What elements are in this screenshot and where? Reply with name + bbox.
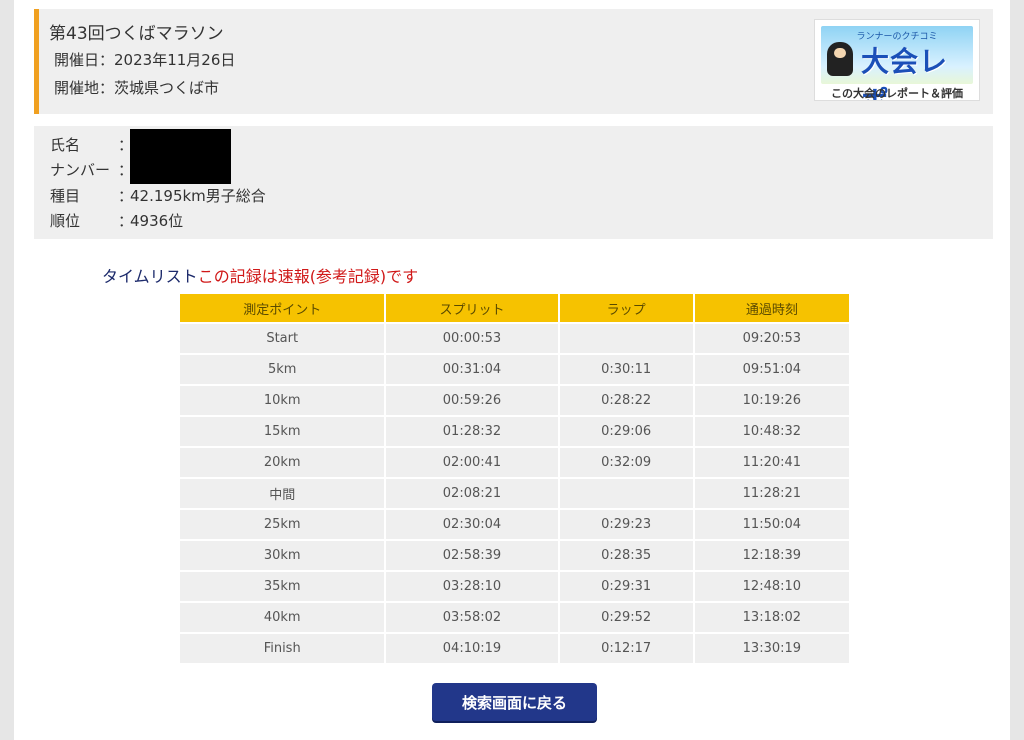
- runner-category-row: 種目 ：42.195km男子総合: [50, 185, 266, 207]
- banner-caption: この大会のレポート＆評価: [831, 87, 963, 100]
- cell-time: 09:20:53: [694, 324, 849, 353]
- cell-lap: 0:28:35: [559, 541, 693, 570]
- cell-split: 00:31:04: [386, 355, 558, 384]
- runner-rank-value: 4936位: [130, 212, 184, 230]
- cell-split: 02:00:41: [386, 448, 558, 477]
- cell-point: 10km: [180, 386, 385, 415]
- cell-lap: 0:29:52: [559, 603, 693, 632]
- header-passing-time: 通過時刻: [694, 294, 849, 322]
- event-date-value: 2023年11月26日: [114, 51, 236, 69]
- cell-split: 00:59:26: [386, 386, 558, 415]
- cell-time: 11:28:21: [694, 479, 849, 508]
- runner-number-label: ナンバー: [50, 161, 111, 179]
- cell-point: 35km: [180, 572, 385, 601]
- runner-number-row: ナンバー ：: [50, 159, 134, 181]
- race-report-banner-link[interactable]: ランナーのクチコミ 大会レポ この大会のレポート＆評価: [814, 19, 980, 101]
- cell-lap: 0:29:23: [559, 510, 693, 539]
- table-row: 40km 03:58:02 0:29:52 13:18:02: [180, 603, 849, 632]
- runner-info: 氏名： ナンバー： 種目 ：42.195km男子総合 順位 ：4936位: [34, 126, 993, 239]
- cell-time: 13:18:02: [694, 603, 849, 632]
- page: 第43回つくばマラソン 開催日：2023年11月26日 開催地：茨城県つくば市 …: [14, 0, 1010, 740]
- cell-point: 30km: [180, 541, 385, 570]
- table-row: 5km 00:31:04 0:30:11 09:51:04: [180, 355, 849, 384]
- cell-time: 09:51:04: [694, 355, 849, 384]
- cell-time: 10:48:32: [694, 417, 849, 446]
- cell-time: 13:30:19: [694, 634, 849, 663]
- cell-point: 40km: [180, 603, 385, 632]
- table-row: 中間 02:08:21 11:28:21: [180, 479, 849, 508]
- runner-rank-row: 順位 ：4936位: [50, 210, 183, 232]
- table-row: 20km 02:00:41 0:32:09 11:20:41: [180, 448, 849, 477]
- event-place: 開催地：茨城県つくば市: [54, 77, 219, 98]
- runner-rank-separator: ：: [118, 212, 134, 230]
- cell-split: 02:30:04: [386, 510, 558, 539]
- table-row: 25km 02:30:04 0:29:23 11:50:04: [180, 510, 849, 539]
- cell-lap: 0:28:22: [559, 386, 693, 415]
- timelist-heading: タイムリストこの記録は速報(参考記録)です: [102, 263, 418, 287]
- table-row: 10km 00:59:26 0:28:22 10:19:26: [180, 386, 849, 415]
- event-place-label: 開催地：: [54, 79, 115, 97]
- event-date-label: 開催日：: [54, 51, 115, 69]
- event-place-value: 茨城県つくば市: [114, 79, 220, 97]
- banner-image: ランナーのクチコミ 大会レポ: [821, 26, 973, 100]
- cell-split: 00:00:53: [386, 324, 558, 353]
- runner-rank-label: 順位: [50, 212, 81, 230]
- cell-lap: 0:32:09: [559, 448, 693, 477]
- table-row: 15km 01:28:32 0:29:06 10:48:32: [180, 417, 849, 446]
- timelist-preliminary-note: この記録は速報(参考記録)です: [197, 267, 419, 286]
- cell-lap: 0:12:17: [559, 634, 693, 663]
- cell-lap: 0:29:31: [559, 572, 693, 601]
- runner-mascot-icon: [827, 42, 853, 76]
- cell-split: 02:08:21: [386, 479, 558, 508]
- table-row: 30km 02:58:39 0:28:35 12:18:39: [180, 541, 849, 570]
- table-row: Finish 04:10:19 0:12:17 13:30:19: [180, 634, 849, 663]
- timelist-label: タイムリスト: [102, 267, 198, 286]
- event-header: 第43回つくばマラソン 開催日：2023年11月26日 開催地：茨城県つくば市 …: [34, 9, 993, 114]
- cell-point: 15km: [180, 417, 385, 446]
- runner-category-label: 種目: [50, 187, 81, 205]
- back-to-search-button[interactable]: 検索画面に戻る: [432, 683, 597, 721]
- header-checkpoint: 測定ポイント: [180, 294, 385, 322]
- event-date: 開催日：2023年11月26日: [54, 49, 235, 70]
- cell-lap: [559, 479, 693, 508]
- cell-time: 11:50:04: [694, 510, 849, 539]
- cell-time: 12:18:39: [694, 541, 849, 570]
- cell-lap: 0:29:06: [559, 417, 693, 446]
- runner-name-row: 氏名 ：: [50, 134, 134, 156]
- cell-lap: 0:30:11: [559, 355, 693, 384]
- runner-name-separator: ：: [118, 136, 134, 154]
- cell-point: Finish: [180, 634, 385, 663]
- table-row: Start 00:00:53 09:20:53: [180, 324, 849, 353]
- cell-point: 5km: [180, 355, 385, 384]
- header-split: スプリット: [386, 294, 558, 322]
- runner-category-separator: ：: [118, 187, 134, 205]
- cell-time: 11:20:41: [694, 448, 849, 477]
- table-row: 35km 03:28:10 0:29:31 12:48:10: [180, 572, 849, 601]
- cell-point: 25km: [180, 510, 385, 539]
- event-title: 第43回つくばマラソン: [49, 24, 224, 44]
- runner-category-value: 42.195km男子総合: [130, 187, 266, 205]
- cell-split: 04:10:19: [386, 634, 558, 663]
- table-header-row: 測定ポイント スプリット ラップ 通過時刻: [180, 294, 849, 322]
- runner-name-label: 氏名: [50, 136, 81, 154]
- split-time-table: 測定ポイント スプリット ラップ 通過時刻 Start 00:00:53 09:…: [178, 292, 851, 665]
- cell-split: 03:28:10: [386, 572, 558, 601]
- cell-lap: [559, 324, 693, 353]
- header-lap: ラップ: [559, 294, 693, 322]
- runner-number-separator: ：: [118, 161, 134, 179]
- redaction-block: [130, 129, 231, 184]
- cell-split: 01:28:32: [386, 417, 558, 446]
- cell-point: 中間: [180, 479, 385, 508]
- cell-split: 02:58:39: [386, 541, 558, 570]
- cell-point: Start: [180, 324, 385, 353]
- cell-point: 20km: [180, 448, 385, 477]
- cell-split: 03:58:02: [386, 603, 558, 632]
- cell-time: 10:19:26: [694, 386, 849, 415]
- cell-time: 12:48:10: [694, 572, 849, 601]
